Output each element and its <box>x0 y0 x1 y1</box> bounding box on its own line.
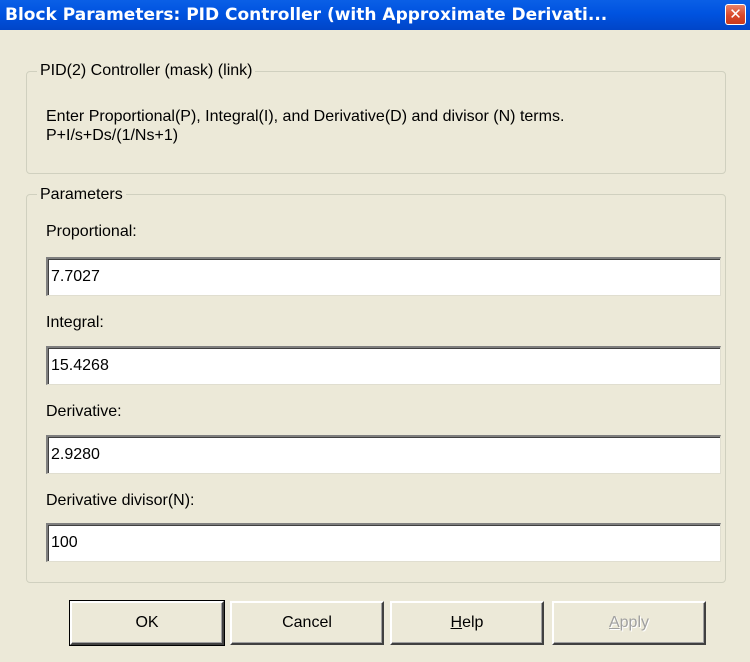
apply-button-label: pply <box>619 614 650 631</box>
description-group-legend: PID(2) Controller (mask) (link) <box>37 62 256 80</box>
close-icon[interactable]: ✕ <box>725 4 746 25</box>
apply-button-mnemonic: A <box>608 614 620 631</box>
integral-input[interactable] <box>46 346 721 385</box>
derivative-divisor-label: Derivative divisor(N): <box>46 492 195 509</box>
parameters-group-legend: Parameters <box>37 186 126 204</box>
help-button-mnemonic: H <box>450 614 463 631</box>
cancel-button-label: Cancel <box>282 614 332 631</box>
window-title: Block Parameters: PID Controller (with A… <box>5 5 608 25</box>
ok-button-label: OK <box>135 614 159 631</box>
proportional-label: Proportional: <box>46 223 137 240</box>
derivative-label: Derivative: <box>46 403 122 420</box>
block-parameters-dialog: Block Parameters: PID Controller (with A… <box>0 0 750 662</box>
proportional-input[interactable] <box>46 257 721 296</box>
description-text-line1: Enter Proportional(P), Integral(I), and … <box>46 108 565 125</box>
help-button-label: elp <box>462 614 484 631</box>
ok-button[interactable]: OK <box>69 600 225 646</box>
derivative-input[interactable] <box>46 435 721 474</box>
apply-button[interactable]: Apply <box>552 601 706 645</box>
integral-label: Integral: <box>46 314 104 331</box>
description-formula: P+I/s+Ds/(1/Ns+1) <box>46 127 179 144</box>
title-bar[interactable]: Block Parameters: PID Controller (with A… <box>0 0 750 30</box>
cancel-button[interactable]: Cancel <box>230 601 384 645</box>
derivative-divisor-input[interactable] <box>46 523 721 562</box>
help-button[interactable]: Help <box>390 601 544 645</box>
